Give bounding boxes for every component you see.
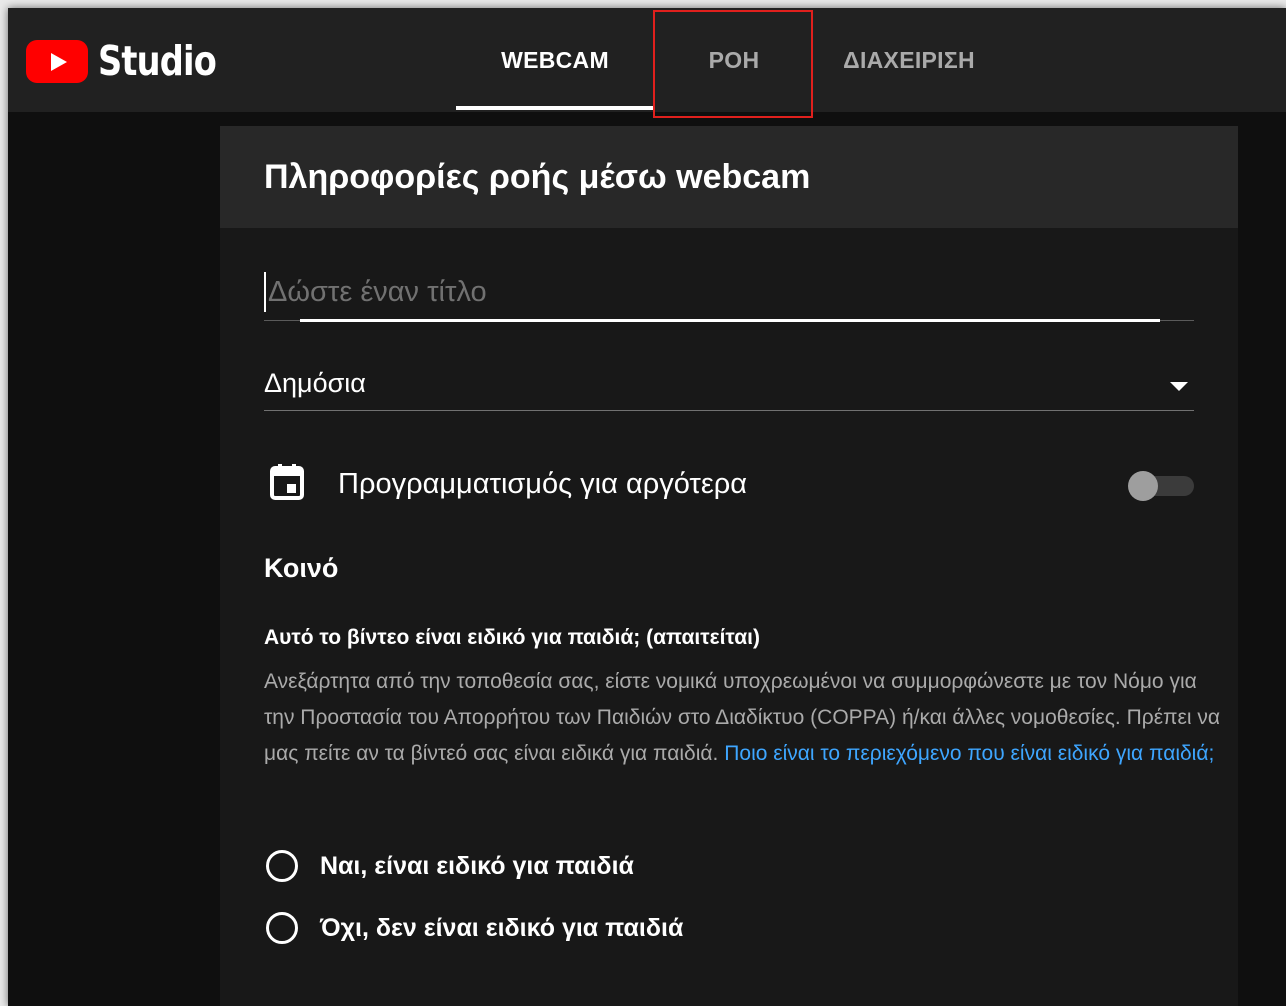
radio-made-for-kids-no[interactable]: Όχι, δεν είναι ειδικό για παιδιά [264,908,683,948]
card-title: Πληροφορίες ροής μέσω webcam [264,158,811,196]
webcam-stream-card: Πληροφορίες ροής μέσω webcam Δημόσια Προ… [220,126,1238,1006]
calendar-icon [270,464,304,500]
active-tab-indicator [456,106,654,110]
audience-heading: Κοινό [264,553,339,583]
youtube-studio-logo[interactable]: Studio [26,36,242,86]
radio-circle[interactable] [266,850,298,882]
title-input[interactable] [264,272,1168,312]
radio-label: Ναι, είναι ειδικό για παιδιά [320,851,634,880]
studio-window: Studio WEBCAM ΡΟΗ ΔΙΑΧΕΙΡΙΣΗ Πληροφορίες… [8,8,1286,1006]
visibility-dropdown[interactable]: Δημόσια [264,364,1194,414]
visibility-value: Δημόσια [264,368,366,398]
made-for-kids-question: Αυτό το βίντεο είναι ειδικό για παιδιά; … [264,626,760,649]
radio-circle[interactable] [266,912,298,944]
made-for-kids-description: Ανεξάρτητα από την τοποθεσία σας, είστε … [264,664,1224,772]
caret-down-icon [1170,382,1188,391]
schedule-toggle[interactable] [1128,471,1194,501]
highlight-box [653,10,813,118]
top-bar: Studio WEBCAM ΡΟΗ ΔΙΑΧΕΙΡΙΣΗ [8,8,1286,112]
title-focus-underline [300,319,1160,322]
title-field [264,272,1194,322]
schedule-label: Προγραμματισμός για αργότερα [338,468,748,500]
logo-text: Studio [98,37,217,85]
visibility-underline [264,410,1194,411]
tab-manage[interactable]: ΔΙΑΧΕΙΡΙΣΗ [814,8,1004,112]
radio-label: Όχι, δεν είναι ειδικό για παιδιά [320,913,684,942]
tab-webcam[interactable]: WEBCAM [456,8,654,112]
toggle-knob [1128,471,1158,501]
radio-made-for-kids-yes[interactable]: Ναι, είναι ειδικό για παιδιά [264,846,634,886]
youtube-play-icon [26,39,88,83]
card-header: Πληροφορίες ροής μέσω webcam [220,126,1238,228]
schedule-row: Προγραμματισμός για αργότερα [264,456,1194,506]
made-for-kids-link[interactable]: Ποιο είναι το περιεχόμενο που είναι ειδι… [724,742,1214,765]
